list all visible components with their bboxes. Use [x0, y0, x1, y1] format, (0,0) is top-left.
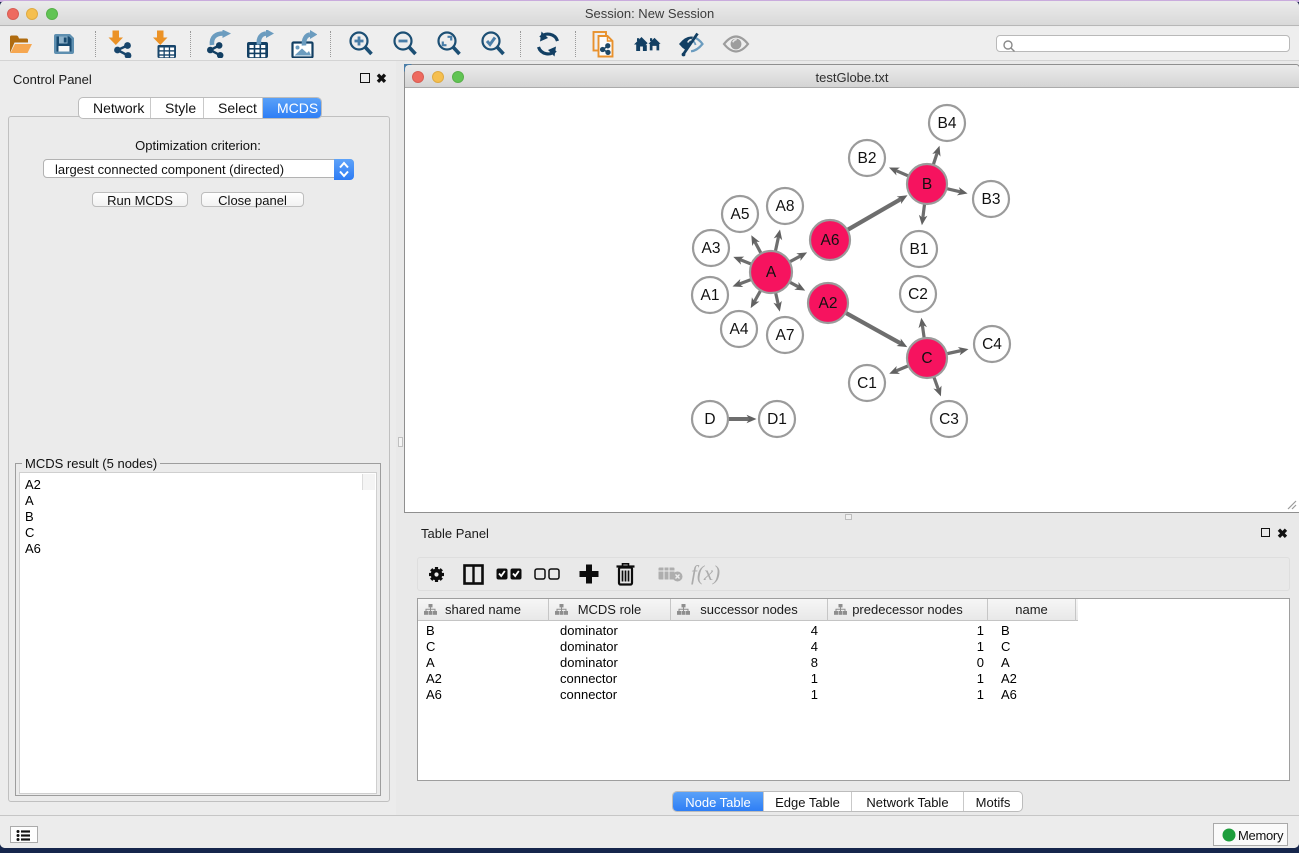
svg-text:A6: A6: [821, 232, 840, 249]
svg-text:C1: C1: [857, 375, 877, 392]
svg-text:C: C: [921, 350, 932, 367]
svg-text:B3: B3: [982, 191, 1001, 208]
svg-text:A: A: [766, 264, 777, 281]
svg-text:A3: A3: [702, 240, 721, 257]
svg-text:A4: A4: [730, 321, 749, 338]
svg-text:B4: B4: [938, 115, 957, 132]
svg-text:B1: B1: [910, 241, 929, 258]
svg-text:C4: C4: [982, 336, 1002, 353]
svg-text:A8: A8: [776, 198, 795, 215]
svg-text:D: D: [704, 411, 715, 428]
svg-text:C3: C3: [939, 411, 959, 428]
svg-text:A5: A5: [731, 206, 750, 223]
svg-text:D1: D1: [767, 411, 787, 428]
svg-text:B2: B2: [858, 150, 877, 167]
svg-text:B: B: [922, 176, 932, 193]
svg-text:C2: C2: [908, 286, 928, 303]
svg-text:A1: A1: [701, 287, 720, 304]
svg-text:A7: A7: [776, 327, 795, 344]
svg-text:A2: A2: [819, 295, 838, 312]
